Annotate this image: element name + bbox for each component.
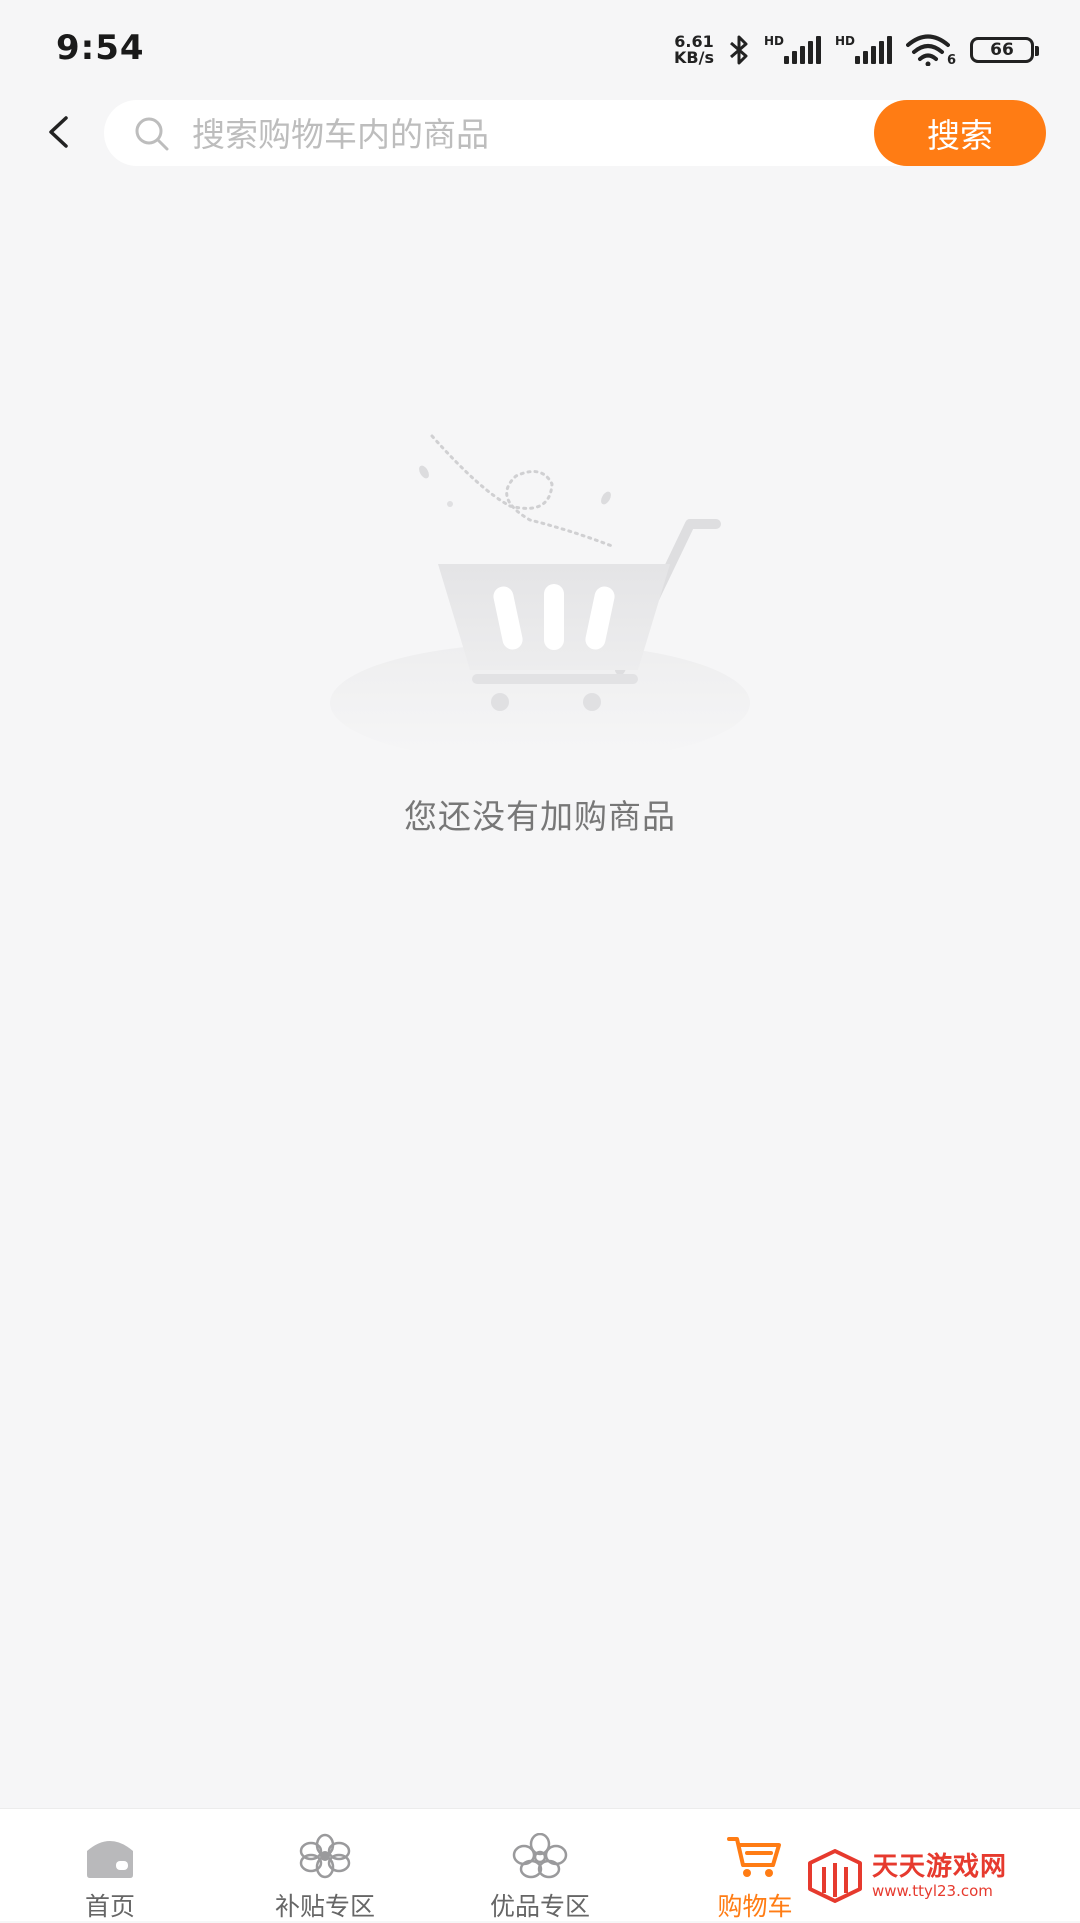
watermark-url: www.ttyl23.com (872, 1881, 993, 1900)
flower-icon (297, 1833, 353, 1879)
status-time: 9:54 (56, 28, 145, 68)
battery-level: 66 (990, 40, 1014, 60)
flower-outline-icon (512, 1833, 568, 1879)
status-icons: 6.61 KB/s HD HD 6 66 (674, 30, 1039, 70)
tab-quality[interactable]: 优品专区 (430, 1809, 650, 1921)
back-button[interactable] (36, 110, 80, 154)
watermark: 天天游戏网 www.ttyl23.com (806, 1846, 1056, 1906)
cart-icon (727, 1833, 783, 1879)
empty-cart-illustration (330, 434, 750, 750)
search-box[interactable]: 搜索 (104, 100, 1046, 168)
search-button[interactable]: 搜索 (874, 100, 1046, 166)
tab-home[interactable]: 首页 (0, 1809, 220, 1921)
home-icon (82, 1833, 138, 1879)
bluetooth-icon (730, 35, 748, 65)
signal-icon: HD (835, 34, 892, 64)
chevron-left-icon (49, 116, 68, 148)
empty-cart-message: 您还没有加购商品 (404, 797, 676, 836)
search-icon (135, 117, 169, 151)
battery-icon: 66 (970, 37, 1039, 63)
watermark-logo-icon (808, 1849, 862, 1903)
watermark-title: 天天游戏网 (872, 1851, 1008, 1882)
search-input[interactable] (190, 100, 874, 168)
net-speed-unit: KB/s (674, 48, 714, 67)
status-bar: 9:54 6.61 KB/s HD HD 6 66 (0, 0, 1080, 96)
tab-cart-label: 购物车 (717, 1892, 793, 1921)
tab-subsidy[interactable]: 补贴专区 (215, 1809, 435, 1921)
wifi-icon: 6 (906, 34, 956, 68)
signal-icon: HD (764, 34, 821, 64)
tab-quality-label: 优品专区 (489, 1892, 590, 1921)
tab-subsidy-label: 补贴专区 (274, 1892, 375, 1921)
tab-home-label: 首页 (84, 1892, 135, 1921)
wifi-label: 6 (946, 53, 956, 68)
net-speed: 6.61 KB/s (674, 34, 714, 66)
